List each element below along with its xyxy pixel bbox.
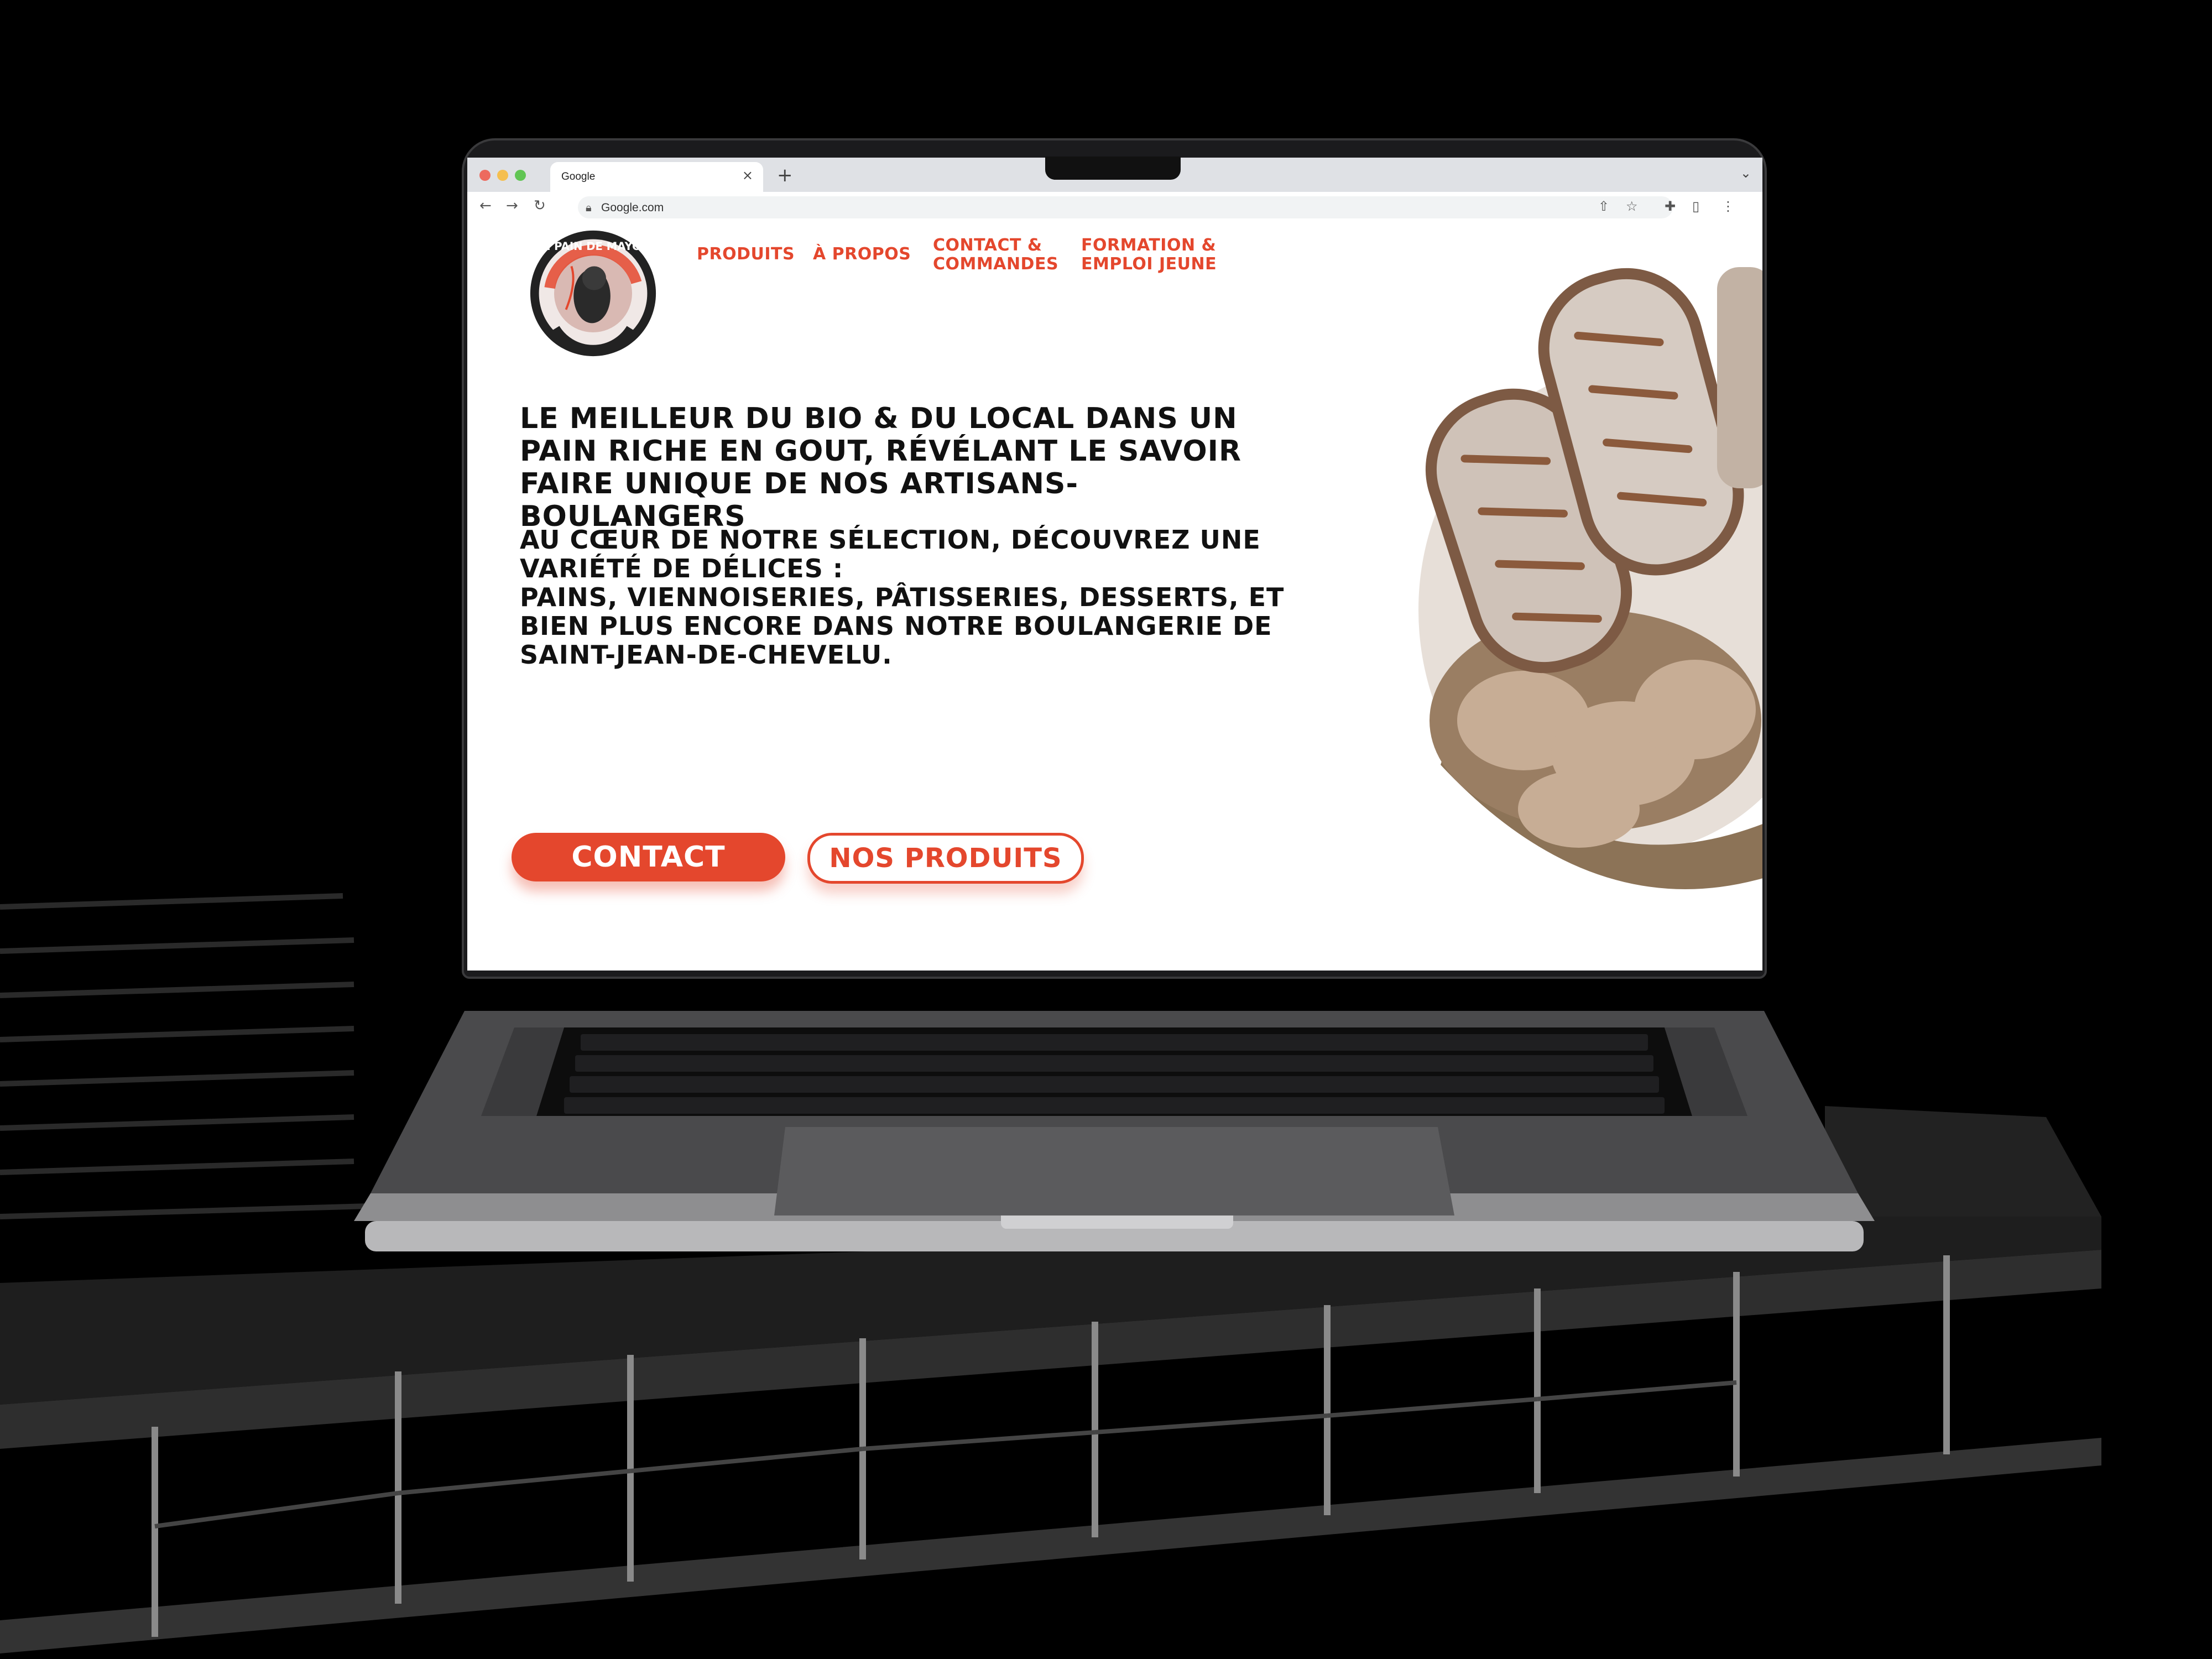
browser-tab[interactable]: Google × [550, 162, 763, 192]
side-panel-icon[interactable]: ▯ [1692, 199, 1699, 214]
hero-paragraph: Au cœur de notre sélection, découvrez un… [520, 525, 1338, 669]
website-page: LE PAIN DE MAYOU PRODUITS À PROPOS CONTA… [467, 223, 1762, 971]
window-close-button[interactable] [479, 170, 491, 181]
lock-icon: 🔒︎ [586, 201, 592, 214]
nav-contact-commandes[interactable]: CONTACT & COMMANDES [933, 236, 1058, 274]
window-maximize-button[interactable] [515, 170, 526, 181]
nav-a-propos[interactable]: À PROPOS [813, 245, 911, 264]
tab-title: Google [561, 171, 596, 182]
tab-close-icon[interactable]: × [742, 168, 753, 183]
extensions-puzzle-icon[interactable]: ✚ [1665, 199, 1676, 214]
forward-arrow-icon[interactable]: → [506, 197, 518, 214]
le-pain-de-mayou-logo[interactable]: LE PAIN DE MAYOU [528, 228, 658, 358]
new-tab-icon[interactable]: + [777, 164, 793, 186]
back-arrow-icon[interactable]: ← [479, 197, 492, 214]
bread-basket-image [1418, 267, 1762, 889]
laptop-base [354, 1011, 1875, 1251]
svg-text:LE PAIN DE MAYOU: LE PAIN DE MAYOU [536, 240, 650, 253]
hero-paragraph-line-2: Pains, viennoiseries, pâtisseries, desse… [520, 582, 1285, 670]
hero-headline: Le meilleur du bio & du local dans un pa… [520, 402, 1242, 533]
bookmark-star-icon[interactable]: ☆ [1626, 199, 1638, 214]
browser-menu-icon[interactable]: ⋮ [1721, 199, 1735, 214]
tab-search-chevron-icon[interactable]: ⌄ [1740, 165, 1751, 181]
browser-toolbar: ← → ↻ 🔒︎ Google.com ⇧ ☆ ✚ ▯ ⋮ [467, 192, 1762, 224]
window-minimize-button[interactable] [497, 170, 508, 181]
address-url: Google.com [601, 201, 664, 214]
share-icon[interactable]: ⇧ [1598, 199, 1609, 214]
laptop-screen: Google × + ⌄ ← → ↻ 🔒︎ Google.com ⇧ ☆ ✚ ▯… [467, 158, 1762, 971]
camera-notch [1045, 156, 1181, 180]
nos-produits-button[interactable]: NOS PRODUITS [807, 833, 1084, 884]
address-bar[interactable]: 🔒︎ Google.com [578, 196, 1673, 218]
reload-icon[interactable]: ↻ [534, 197, 546, 214]
nav-formation-emploi[interactable]: FORMATION & EMPLOI JEUNE [1081, 236, 1217, 274]
contact-button[interactable]: CONTACT [512, 833, 785, 881]
hero-paragraph-line-1: Au cœur de notre sélection, découvrez un… [520, 525, 1261, 583]
nav-produits[interactable]: PRODUITS [697, 245, 795, 264]
